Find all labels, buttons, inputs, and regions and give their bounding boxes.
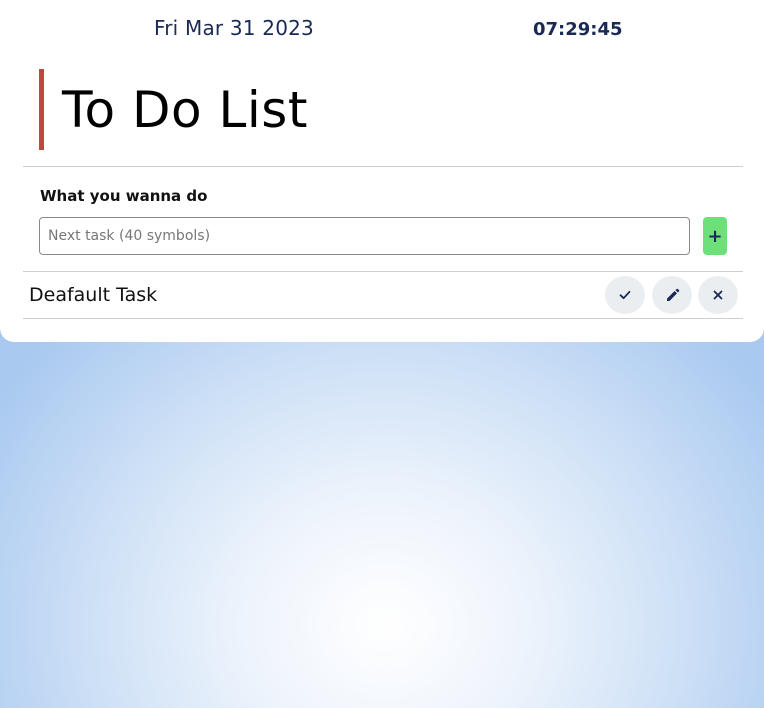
- divider: [23, 318, 743, 319]
- page-title: To Do List: [62, 81, 308, 139]
- task-item: Deafault Task: [23, 272, 743, 318]
- current-time: 07:29:45: [533, 19, 623, 40]
- current-date: Fri Mar 31 2023: [154, 16, 314, 40]
- task-text: Deafault Task: [29, 284, 158, 306]
- todo-card: Fri Mar 31 2023 07:29:45 To Do List What…: [0, 0, 764, 342]
- add-task-button[interactable]: +: [703, 217, 727, 255]
- edit-task-button[interactable]: [652, 276, 692, 314]
- title-accent-bar: To Do List: [39, 69, 307, 150]
- close-icon: [712, 289, 724, 301]
- task-input-label: What you wanna do: [40, 187, 208, 205]
- task-input[interactable]: [39, 217, 690, 255]
- delete-task-button[interactable]: [698, 276, 738, 314]
- check-icon: [618, 288, 632, 302]
- complete-task-button[interactable]: [605, 276, 645, 314]
- divider: [23, 166, 743, 167]
- pencil-icon: [665, 288, 680, 303]
